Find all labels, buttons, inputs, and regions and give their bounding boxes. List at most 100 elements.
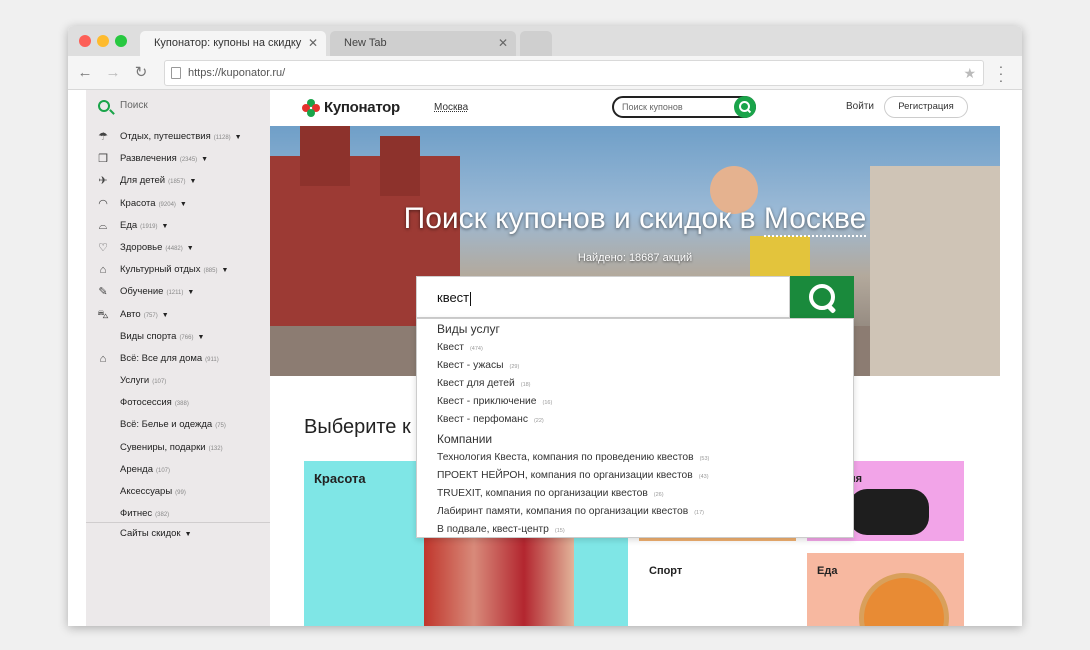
sidebar-item[interactable]: ✎ Обучение (1211) ▼ [86,281,270,303]
site-header: Купонатор Москва Поиск купонов Войти Рег… [270,90,1022,126]
category-list: ☂ Отдых, путешествия (1128) ▼ ❒ Развлечения (2… [86,126,270,525]
sidebar-item[interactable]: ✈ Для детей (1857) ▼ [86,170,270,192]
header-search-button[interactable] [734,96,756,118]
chevron-down-icon: ▼ [186,244,194,252]
gamepad-image [849,489,929,535]
sidebar-item-count: (388) [174,401,189,408]
house-icon: ⌂ [99,352,107,365]
back-icon[interactable]: ← [74,62,96,84]
forward-icon[interactable]: → [102,62,124,84]
tab-kuponator[interactable]: Купонатор: купоны на скидку ✕ [140,31,326,56]
category-card-sport[interactable]: Спорт [639,553,796,626]
sidebar-item-count: (382) [155,512,170,519]
search-icon [98,100,110,112]
url-text: https://kuponator.ru/ [188,67,286,79]
sidebar-item[interactable]: Аренда (107) [86,459,270,481]
suggestion-item[interactable]: Лабиринт памяти, компания по организации… [417,503,853,521]
reload-icon[interactable]: ↻ [130,62,152,84]
sidebar-item[interactable]: Аксессуары (99) [86,481,270,503]
dish-icon: ⌓ [98,219,108,232]
main-search-input[interactable]: квест [416,276,790,318]
maximize-window-button[interactable] [115,35,127,47]
suggestion-label: Квест [437,342,464,353]
suggestion-label: В подвале, квест-центр [437,524,549,535]
sidebar-item[interactable]: Сувениры, подарки (132) [86,437,270,459]
sidebar-divider [86,522,270,523]
text-caret [470,291,472,306]
close-window-button[interactable] [79,35,91,47]
sidebar-item[interactable]: ⛍ Авто (757) ▼ [86,304,270,326]
menu-icon[interactable]: · · · [996,59,1006,87]
sidebar-item-label: Сайты скидок [120,528,181,539]
suggestion-item[interactable]: Квест - ужасы (29) [417,357,853,375]
suggestion-item[interactable]: В подвале, квест-центр (15) [417,521,853,537]
suggestion-count: (15) [554,528,565,534]
sidebar-item-label: Красота [120,197,156,209]
suggestion-item[interactable]: Квест - перфоманс (22) [417,411,853,429]
suggestion-label: Технология Квеста, компания по проведени… [437,452,694,463]
sidebar-item[interactable]: ⌂ Культурный отдых (885) ▼ [86,259,270,281]
sidebar-search[interactable]: Поиск [86,90,270,124]
chevron-down-icon: ▼ [161,311,169,319]
feather-icon: ✎ [98,286,108,299]
suggestion-item[interactable]: Квест (474) [417,339,853,357]
sidebar-item[interactable]: ⌓ Еда (1919) ▼ [86,215,270,237]
sidebar-item-label: Фитнес [120,508,153,520]
sidebar-item-label: Еда [120,219,138,231]
minimize-window-button[interactable] [97,35,109,47]
sidebar-item-label: Всё: Белье и одежда [120,419,213,431]
suggestion-item[interactable]: ПРОЕКТ НЕЙРОН, компания по организации к… [417,467,853,485]
card-label: Красота [314,471,366,486]
header-search-input[interactable]: Поиск купонов [612,96,756,118]
card-label: Еда [817,565,838,577]
heart-icon: ♡ [98,241,108,254]
search-button[interactable] [790,276,854,318]
hero-city-link[interactable]: Москве [763,202,867,237]
sidebar-item[interactable]: ◠ Красота (9204) ▼ [86,193,270,215]
chevron-down-icon: ▼ [189,178,197,186]
sidebar-item-count: (766) [179,334,194,341]
sidebar-item-label: Сувениры, подарки [120,441,206,453]
sidebar-item[interactable]: ⌂ Всё: Все для дома (911) [86,348,270,370]
sidebar-item-count: (75) [215,423,226,430]
sidebar-item[interactable]: ☂ Отдых, путешествия (1128) ▼ [86,126,270,148]
browser-titlebar: Купонатор: купоны на скидку ✕ New Tab ✕ [68,26,1022,56]
sidebar-item[interactable]: Фотосессия (388) [86,392,270,414]
new-tab-button[interactable] [520,31,552,56]
suggestion-count: (22) [533,418,544,424]
city-selector[interactable]: Москва [434,102,468,113]
sidebar-item-label: Аренда [120,463,153,475]
sidebar-item-count: (1919) [140,223,158,230]
register-button[interactable]: Регистрация [884,96,968,118]
suggestion-label: Лабиринт памяти, компания по организации… [437,506,689,517]
sidebar-item-count: (107) [155,467,170,474]
login-link[interactable]: Войти [846,101,874,112]
sidebar-item[interactable]: Услуги (107) [86,370,270,392]
sidebar-item[interactable]: Всё: Белье и одежда (75) [86,414,270,436]
sidebar-item-label: Культурный отдых [120,264,201,276]
sidebar-item[interactable]: ♡ Здоровье (4482) ▼ [86,237,270,259]
suggestion-count: (474) [469,346,483,352]
tab-close-icon[interactable]: ✕ [308,31,318,56]
category-sidebar: Поиск ☂ Отдых, путешествия (1128) ▼ ❒ Развлеч… [86,90,270,626]
airplane-icon: ✈ [98,175,108,188]
suggestion-item[interactable]: TRUEXIT, компания по организации квестов… [417,485,853,503]
sidebar-item-count: (1857) [168,179,186,186]
sidebar-item-count: (9204) [158,201,176,208]
address-bar[interactable]: https://kuponator.ru/ ★ [164,60,984,86]
suggestion-item[interactable]: Квест - приключение (16) [417,393,853,411]
sidebar-item[interactable]: Виды спорта (766) ▼ [86,326,270,348]
tab-new-tab[interactable]: New Tab ✕ [330,31,516,56]
suggestion-item[interactable]: Квест для детей (18) [417,375,853,393]
tab-close-icon[interactable]: ✕ [498,31,508,56]
sidebar-item[interactable]: ❒ Развлечения (2345) ▼ [86,148,270,170]
suggestion-item[interactable]: Технология Квеста, компания по проведени… [417,449,853,467]
category-card-food[interactable]: Еда [807,553,964,626]
star-icon[interactable]: ★ [963,61,976,85]
sidebar-item-label: Фотосессия [120,397,172,409]
sidebar-item-discount-sites[interactable]: Сайты скидок ▼ [120,528,192,539]
sidebar-item-label: Аксессуары [120,486,173,497]
tab-title: Купонатор: купоны на скидку [154,37,302,49]
tab-title: New Tab [344,37,387,49]
sidebar-item-label: Для детей [120,175,166,187]
